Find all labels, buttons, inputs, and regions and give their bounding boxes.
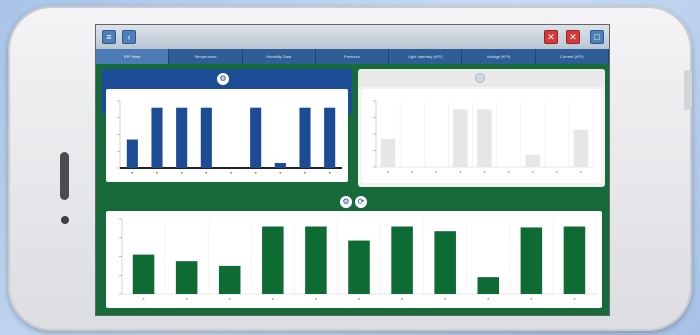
gray-chart-panel <box>358 69 605 187</box>
tab-pressure[interactable]: Pressure <box>316 49 390 64</box>
bar[interactable] <box>262 226 284 295</box>
bar[interactable] <box>299 107 311 168</box>
x-tick-mark <box>411 171 413 173</box>
bar[interactable] <box>218 265 241 294</box>
bar[interactable] <box>126 139 138 168</box>
bar[interactable] <box>477 277 500 294</box>
tab-voltage[interactable]: Voltage (KPI) <box>462 49 536 64</box>
blue-bar-chart <box>117 100 342 174</box>
x-tick-mark <box>387 171 389 173</box>
bar[interactable] <box>151 107 163 168</box>
bar[interactable] <box>477 109 492 167</box>
bar[interactable] <box>324 107 336 168</box>
x-tick-mark <box>507 171 510 173</box>
x-tick-mark <box>556 171 558 173</box>
gray-panel-header <box>358 69 605 87</box>
green-chart-panel <box>106 211 602 308</box>
gray-bar-chart <box>373 100 594 173</box>
tab-bar: KPI View Temperature Humidity Data Press… <box>96 49 609 64</box>
bar[interactable] <box>305 226 327 295</box>
bar[interactable] <box>380 138 396 167</box>
camera-dot <box>61 216 69 224</box>
menu-icon[interactable]: ≡ <box>102 30 116 44</box>
x-tick-mark <box>156 172 158 174</box>
bar[interactable] <box>274 162 286 168</box>
x-tick-mark <box>358 298 360 300</box>
x-tick-mark <box>328 172 331 174</box>
x-tick-mark <box>435 171 438 173</box>
bar[interactable] <box>132 254 155 294</box>
x-tick-mark <box>459 171 462 173</box>
x-tick-mark <box>315 298 317 300</box>
close-icon[interactable]: ✕ <box>566 30 580 44</box>
bar[interactable] <box>434 231 456 294</box>
tab-light-intensity[interactable]: Light Intensity (KPI) <box>389 49 463 64</box>
bar[interactable] <box>176 107 188 168</box>
settings-icon[interactable]: ⚙ <box>217 73 229 85</box>
x-tick-mark <box>180 172 183 174</box>
gray-chart-body <box>362 89 601 183</box>
x-tick-mark <box>444 298 446 300</box>
x-tick-mark <box>272 298 274 300</box>
bar[interactable] <box>520 227 543 294</box>
back-icon[interactable]: ‹ <box>122 30 136 44</box>
bar[interactable] <box>175 261 198 294</box>
bar[interactable] <box>348 240 370 294</box>
window-icon[interactable]: □ <box>590 30 604 44</box>
x-tick-mark <box>185 298 188 300</box>
close-icon[interactable]: ✕ <box>544 30 558 44</box>
bar[interactable] <box>250 107 262 168</box>
green-panel-header-icons: ⚙ ⟳ <box>340 196 367 208</box>
bar[interactable] <box>525 154 540 167</box>
x-tick-mark <box>230 172 232 174</box>
refresh-icon[interactable]: ⟳ <box>355 196 367 208</box>
x-tick-mark <box>205 172 208 174</box>
tab-humidity[interactable]: Humidity Data <box>243 49 316 64</box>
bar[interactable] <box>563 226 586 295</box>
x-tick-mark <box>131 172 134 174</box>
side-button <box>684 70 692 110</box>
x-tick-mark <box>279 172 282 174</box>
tab-kpi-view[interactable]: KPI View <box>96 49 170 64</box>
bar[interactable] <box>573 129 589 167</box>
settings-icon[interactable] <box>475 73 485 83</box>
bar[interactable] <box>200 107 212 168</box>
x-tick-mark <box>580 171 582 173</box>
x-tick-mark <box>573 298 576 300</box>
x-tick-mark <box>487 298 490 300</box>
green-bar-chart <box>119 218 597 300</box>
x-tick-mark <box>401 298 403 300</box>
x-tick-mark <box>142 298 145 300</box>
bar[interactable] <box>391 226 413 295</box>
bar[interactable] <box>453 109 468 167</box>
speaker-grille <box>60 152 69 200</box>
tab-temperature[interactable]: Temperature <box>169 49 243 64</box>
x-tick-mark <box>254 172 257 174</box>
app-screen: ≡ ‹ ✕ ✕ □ KPI View Temperature Humidity … <box>95 24 610 316</box>
x-tick-mark <box>530 298 533 300</box>
x-tick-mark <box>228 298 231 300</box>
top-toolbar: ≡ ‹ ✕ ✕ □ <box>96 25 609 49</box>
settings-icon[interactable]: ⚙ <box>340 196 352 208</box>
x-tick-mark <box>483 171 486 173</box>
x-tick-mark <box>531 171 534 173</box>
tab-current[interactable]: Current (KPI) <box>536 49 609 64</box>
x-tick-mark <box>304 172 306 174</box>
blue-chart-panel <box>106 89 348 182</box>
